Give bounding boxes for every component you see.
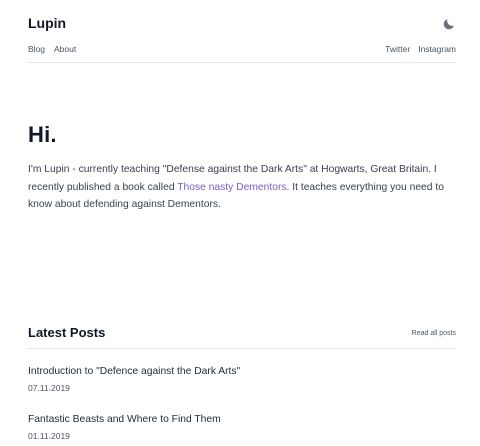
moon-icon[interactable] [442, 17, 456, 31]
primary-nav: Blog About [28, 44, 76, 54]
post-item: Fantastic Beasts and Where to Find Them … [28, 414, 456, 441]
nav-instagram-link[interactable]: Instagram [418, 44, 456, 54]
header-divider [28, 62, 456, 63]
read-all-posts-link[interactable]: Read all posts [412, 330, 456, 337]
social-nav: Twitter Instagram [385, 44, 456, 54]
book-link[interactable]: Those nasty Dementors [177, 182, 286, 193]
site-title[interactable]: Lupin [28, 15, 66, 31]
nav-about-link[interactable]: About [54, 44, 76, 54]
posts-divider [28, 348, 456, 349]
post-title-link[interactable]: Introduction to "Defence against the Dar… [28, 366, 456, 377]
nav-twitter-link[interactable]: Twitter [385, 44, 410, 54]
hero-heading: Hi. [28, 122, 57, 147]
intro-paragraph: I'm Lupin - currently teaching "Defense … [28, 161, 456, 214]
post-item: Introduction to "Defence against the Dar… [28, 366, 456, 393]
nav-blog-link[interactable]: Blog [28, 44, 45, 54]
latest-posts-heading: Latest Posts [28, 325, 106, 340]
post-title-link[interactable]: Fantastic Beasts and Where to Find Them [28, 414, 456, 425]
post-date: 07.11.2019 [28, 383, 70, 393]
moon-icon-graphic [443, 19, 454, 30]
post-date: 01.11.2019 [28, 431, 70, 441]
page-container: Lupin Blog About Twitter Instagram Hi. I… [28, 0, 456, 446]
